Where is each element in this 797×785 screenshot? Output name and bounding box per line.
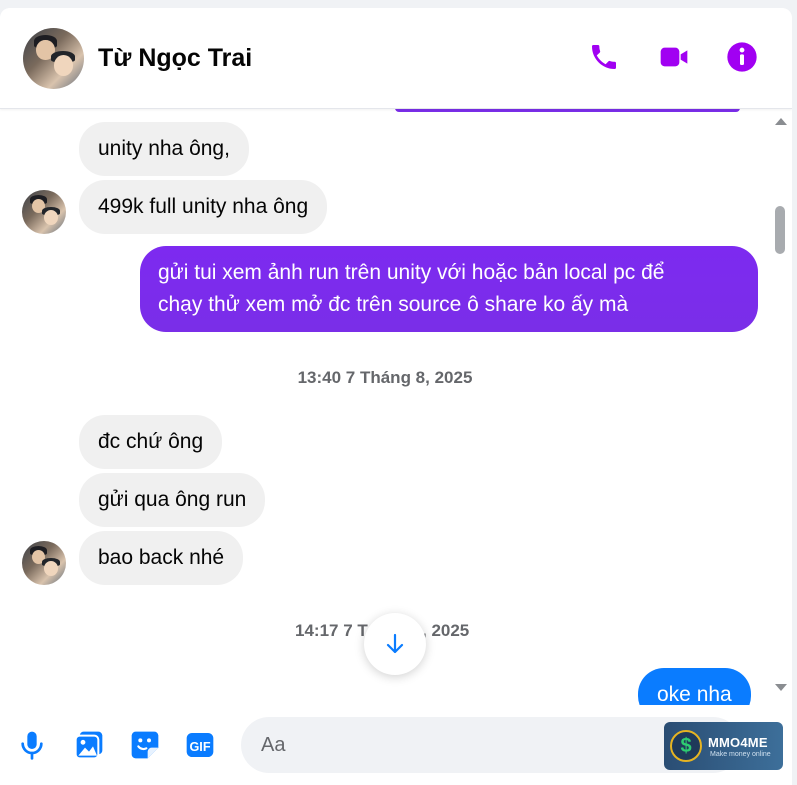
scroll-to-bottom-button[interactable] [364,613,426,675]
video-icon[interactable] [658,41,690,73]
message-incoming[interactable]: đc chứ ông [79,415,223,469]
sticker-icon[interactable] [129,729,161,761]
message-outgoing[interactable]: oke nha [638,668,751,705]
watermark-title: MMO4ME [708,735,768,750]
dollar-coin-icon: $ [670,730,702,762]
scroll-up-arrow-icon[interactable] [775,118,787,125]
image-icon[interactable] [73,729,105,761]
contact-avatar[interactable] [23,28,84,89]
message-incoming[interactable]: unity nha ông, [79,122,249,176]
sender-avatar[interactable] [22,190,66,234]
message-incoming[interactable]: gửi qua ông run [79,473,266,527]
chat-header: Từ Ngọc Trai [0,8,792,109]
message-line: gửi tui xem ảnh run trên unity với hoặc … [158,261,665,284]
gif-icon[interactable]: GIF [184,729,216,761]
contact-name[interactable]: Từ Ngọc Trai [98,44,252,73]
watermark-subtitle: Make money online [710,751,771,758]
arrow-down-icon [386,633,404,654]
scrollbar-thumb[interactable] [775,206,785,254]
message-incoming[interactable]: bao back nhé [79,531,244,585]
microphone-icon[interactable] [16,729,48,761]
scroll-down-arrow-icon[interactable] [775,684,787,691]
timestamp: 13:40 7 Tháng 8, 2025 [297,368,473,387]
gif-label: GIF [189,740,210,754]
chat-window: Từ Ngọc Trai unity nha ông, 499k full un… [0,8,792,785]
phone-icon[interactable] [588,41,620,73]
timestamp-left: 14:17 7 T [295,621,368,640]
sender-avatar[interactable] [22,541,66,585]
message-incoming[interactable]: 499k full unity nha ông [79,180,328,234]
message-line: chạy thử xem mở đc trên source ô share k… [158,293,629,316]
watermark-logo: $ MMO4ME Make money online [664,722,783,770]
info-icon[interactable] [726,41,758,73]
scrollbar[interactable] [772,108,790,705]
message-outgoing[interactable]: gửi tui xem ảnh run trên unity với hoặc … [140,246,758,332]
message-list[interactable]: unity nha ông, 499k full unity nha ông g… [0,108,792,705]
timestamp-right: , 2025 [422,621,470,640]
